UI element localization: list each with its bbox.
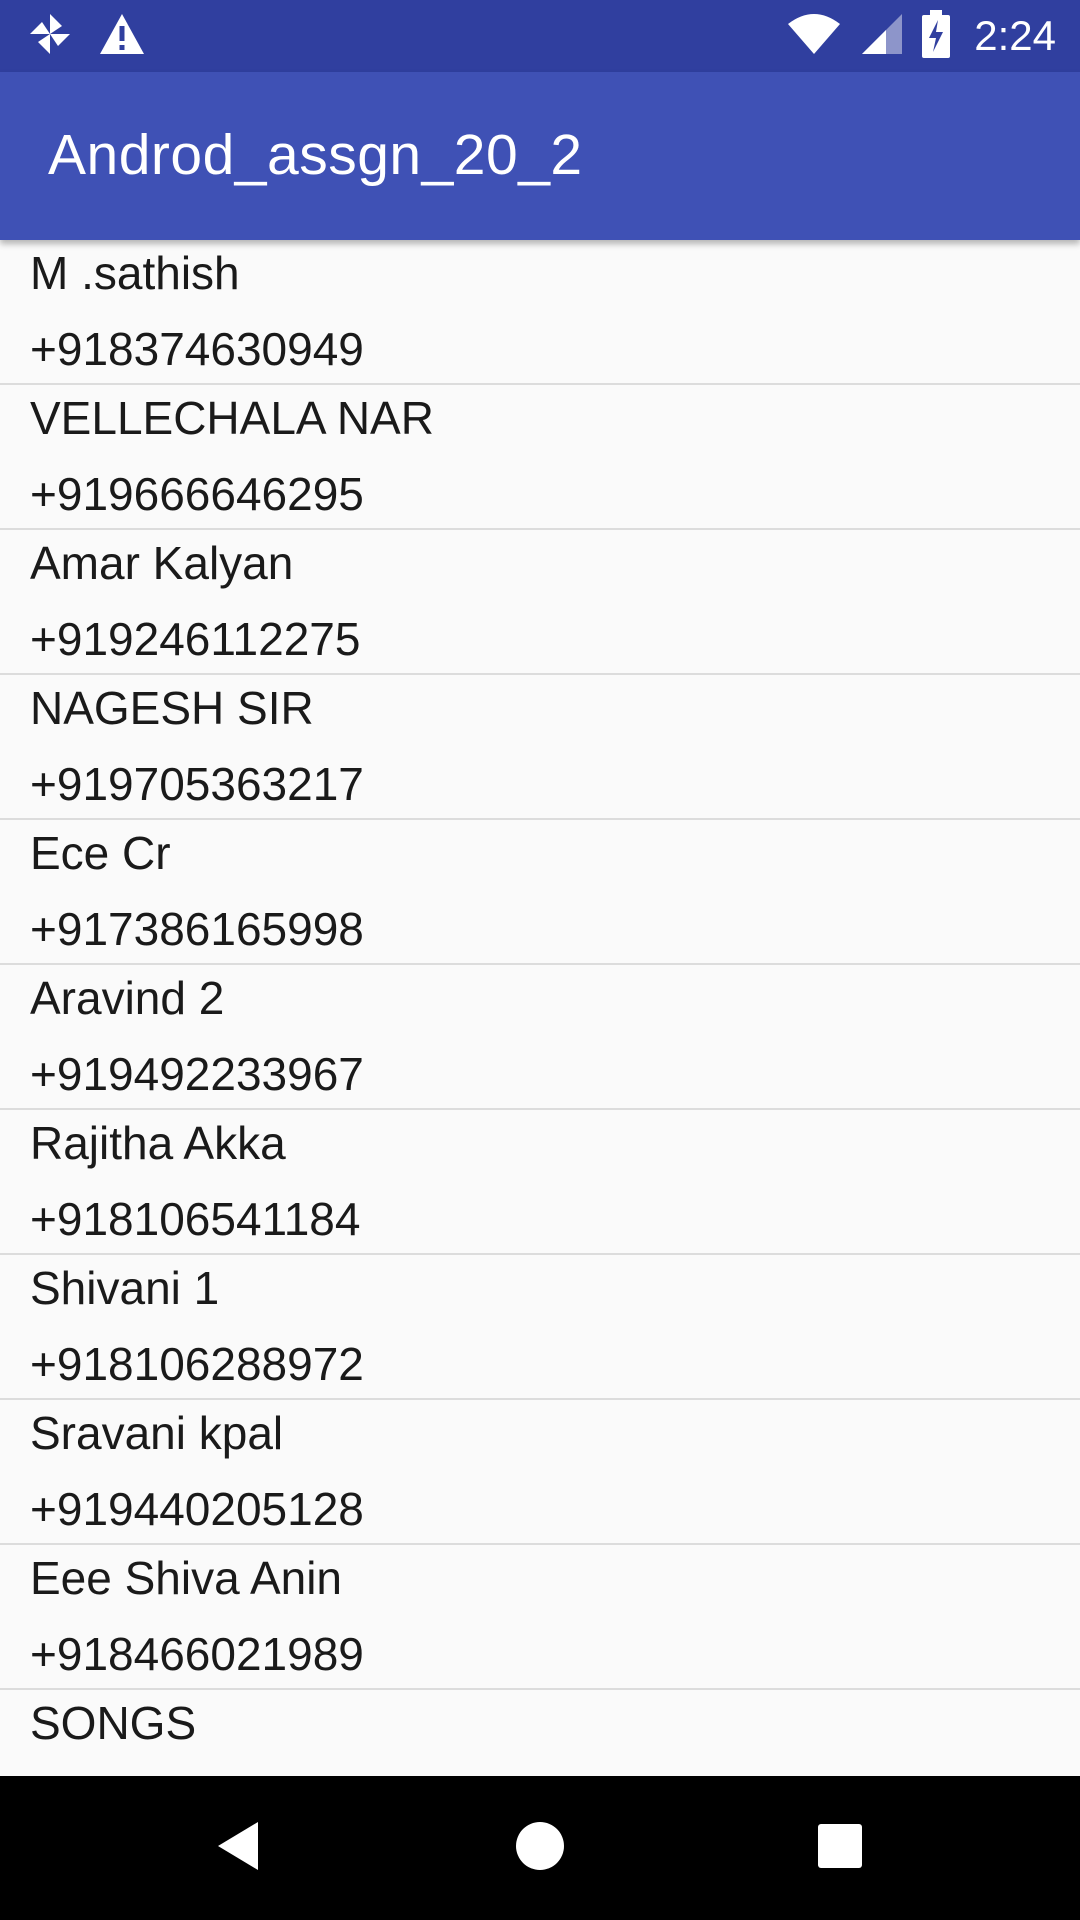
contact-name: Ece Cr xyxy=(30,827,171,879)
wifi-icon xyxy=(786,12,842,60)
contact-item[interactable]: Amar Kalyan +919246112275 xyxy=(0,530,1080,675)
back-button[interactable] xyxy=(205,1813,275,1883)
contact-item[interactable]: M .sathish +918374630949 xyxy=(0,240,1080,385)
contact-item[interactable]: Aravind 2 +919492233967 xyxy=(0,965,1080,1110)
contact-name: Shivani 1 xyxy=(30,1262,220,1314)
contact-name: SONGS xyxy=(30,1697,197,1749)
contact-item[interactable]: Eee Shiva Anin +918466021989 xyxy=(0,1545,1080,1690)
contact-phone: +918374630949 xyxy=(30,323,364,375)
contact-name: Sravani kpal xyxy=(30,1407,284,1459)
contact-item[interactable]: Sravani kpal +919440205128 xyxy=(0,1400,1080,1545)
contact-item[interactable]: SONGS xyxy=(0,1690,1080,1776)
contact-phone: +919440205128 xyxy=(30,1483,364,1535)
recents-button[interactable] xyxy=(805,1813,875,1883)
contact-name: M .sathish xyxy=(30,247,240,299)
status-bar: 2:24 xyxy=(0,0,1080,72)
battery-charging-icon xyxy=(922,10,951,62)
contact-name: Rajitha Akka xyxy=(30,1117,286,1169)
contact-phone: +918106541184 xyxy=(30,1193,361,1245)
contact-item[interactable]: NAGESH SIR +919705363217 xyxy=(0,675,1080,820)
contact-phone: +918106288972 xyxy=(30,1338,364,1390)
contact-phone: +918466021989 xyxy=(30,1628,364,1680)
contact-name: Aravind 2 xyxy=(30,972,225,1024)
home-button[interactable] xyxy=(505,1813,575,1883)
contact-name: NAGESH SIR xyxy=(30,682,314,734)
status-time: 2:24 xyxy=(974,12,1056,59)
warning-icon xyxy=(98,12,146,60)
contact-list[interactable]: M .sathish +918374630949 VELLECHALA NAR … xyxy=(0,240,1080,1776)
contact-name: Eee Shiva Anin xyxy=(30,1552,343,1604)
contact-name: Amar Kalyan xyxy=(30,537,294,589)
contact-phone: +919246112275 xyxy=(30,613,361,665)
contact-item[interactable]: Ece Cr +917386165998 xyxy=(0,820,1080,965)
contact-item[interactable]: Shivani 1 +918106288972 xyxy=(0,1255,1080,1400)
contact-phone: +917386165998 xyxy=(30,903,364,955)
contact-phone: +919705363217 xyxy=(30,758,364,810)
contact-name: VELLECHALA NAR xyxy=(30,392,434,444)
app-bar: Androd_assgn_20_2 xyxy=(0,72,1080,240)
navigation-bar xyxy=(0,1776,1080,1920)
app-title: Androd_assgn_20_2 xyxy=(48,123,583,187)
contact-item[interactable]: Rajitha Akka +918106541184 xyxy=(0,1110,1080,1255)
status-right-icons: 2:24 xyxy=(786,10,1056,62)
contact-phone: +919666646295 xyxy=(30,468,364,520)
pinwheel-icon xyxy=(28,12,72,60)
home-icon xyxy=(514,1820,566,1876)
recents-icon xyxy=(817,1823,863,1873)
status-left-icons xyxy=(28,10,146,62)
contact-phone: +919492233967 xyxy=(30,1048,364,1100)
cell-signal-icon xyxy=(860,12,904,60)
contact-item[interactable]: VELLECHALA NAR +919666646295 xyxy=(0,385,1080,530)
back-icon xyxy=(212,1818,268,1878)
